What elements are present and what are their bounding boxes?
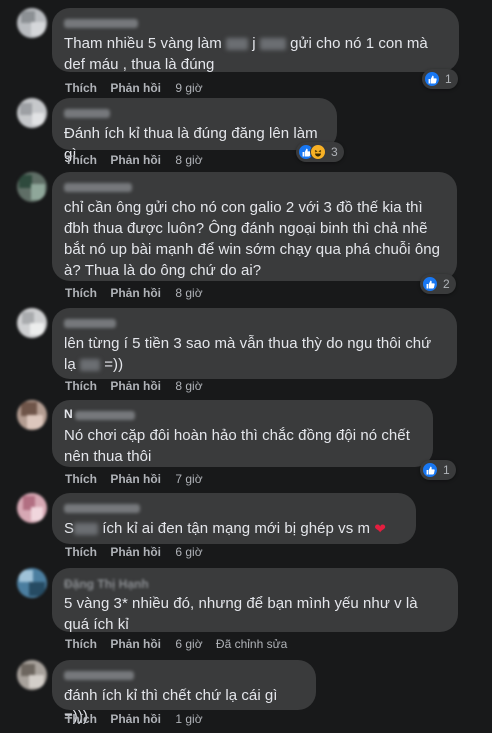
- avatar[interactable]: [17, 172, 47, 202]
- timestamp[interactable]: 8 giờ: [175, 153, 202, 167]
- reply-button[interactable]: Phản hồi: [110, 637, 161, 651]
- reaction-summary[interactable]: 2: [420, 274, 456, 294]
- like-icon: [422, 462, 438, 478]
- like-button[interactable]: Thích: [65, 545, 97, 559]
- comment-bubble: Đặng Thị Hạnh 5 vàng 3* nhiều đó, nhưng …: [52, 568, 458, 633]
- comment-author[interactable]: [64, 179, 445, 193]
- reaction-summary[interactable]: 1: [420, 460, 456, 480]
- comment-bubble: đánh ích kỉ thì chết chứ lạ cái gì =))): [52, 660, 316, 725]
- reaction-summary[interactable]: 1: [422, 69, 458, 89]
- avatar[interactable]: [17, 98, 47, 128]
- comment-bubble: N Nó chơi cặp đôi hoàn hảo thì chắc đồng…: [52, 400, 433, 467]
- comment-actions: Thích Phản hồi 8 giờ: [65, 379, 203, 393]
- comment-bubble: lên từng í 5 tiền 3 sao mà vẫn thua thỳ …: [52, 308, 457, 379]
- comment-text: Tham nhiều 5 vàng làm j gửi cho nó 1 con…: [64, 35, 433, 73]
- comment-actions: Thích Phản hồi 8 giờ: [65, 153, 203, 167]
- comment-actions: Thích Phản hồi 7 giờ: [65, 472, 203, 486]
- comment-actions: Thích Phản hồi 6 giờ Đã chỉnh sửa: [65, 637, 287, 651]
- avatar[interactable]: [17, 8, 47, 38]
- comment-text: lên từng í 5 tiền 3 sao mà vẫn thua thỳ …: [64, 335, 436, 373]
- reply-button[interactable]: Phản hồi: [110, 81, 161, 95]
- comment-text: chỉ cần ông gửi cho nó con galio 2 với 3…: [64, 199, 445, 279]
- comment-actions: Thích Phản hồi 1 giờ: [65, 712, 203, 726]
- avatar[interactable]: [17, 400, 47, 430]
- reply-button[interactable]: Phản hồi: [110, 379, 161, 393]
- like-button[interactable]: Thích: [65, 637, 97, 651]
- timestamp[interactable]: 7 giờ: [175, 472, 202, 486]
- comment-author[interactable]: [64, 315, 445, 329]
- avatar[interactable]: [17, 493, 47, 523]
- reply-button[interactable]: Phản hồi: [110, 712, 161, 726]
- like-button[interactable]: Thích: [65, 81, 97, 95]
- comment-author[interactable]: [64, 15, 447, 29]
- timestamp[interactable]: 1 giờ: [175, 712, 202, 726]
- avatar[interactable]: [17, 568, 47, 598]
- comment-actions: Thích Phản hồi 9 giờ: [65, 81, 203, 95]
- comment-bubble: S ích kỉ ai đen tận mạng mới bị ghép vs …: [52, 493, 416, 544]
- edited-label[interactable]: Đã chỉnh sửa: [216, 637, 287, 651]
- comment-author[interactable]: [64, 105, 325, 119]
- like-icon: [424, 71, 440, 87]
- timestamp[interactable]: 8 giờ: [175, 286, 202, 300]
- comment-author[interactable]: [64, 667, 304, 681]
- like-button[interactable]: Thích: [65, 712, 97, 726]
- heart-icon: ❤: [374, 520, 387, 537]
- haha-icon: [310, 144, 326, 160]
- like-button[interactable]: Thích: [65, 379, 97, 393]
- comment-text: S ích kỉ ai đen tận mạng mới bị ghép vs …: [64, 520, 387, 537]
- like-button[interactable]: Thích: [65, 286, 97, 300]
- comment-author[interactable]: [64, 500, 404, 514]
- comment-author[interactable]: N: [64, 407, 421, 421]
- avatar[interactable]: [17, 660, 47, 690]
- timestamp[interactable]: 6 giờ: [175, 545, 202, 559]
- comment-text: Nó chơi cặp đôi hoàn hảo thì chắc đồng đ…: [64, 427, 415, 465]
- comment-bubble: Đánh ích kỉ thua là đúng đăng lên làm gì: [52, 98, 337, 163]
- comment-text: 5 vàng 3* nhiều đó, nhưng để bạn mình yế…: [64, 595, 422, 633]
- reply-button[interactable]: Phản hồi: [110, 153, 161, 167]
- like-icon: [422, 276, 438, 292]
- comment-actions: Thích Phản hồi 6 giờ: [65, 545, 203, 559]
- timestamp[interactable]: 8 giờ: [175, 379, 202, 393]
- comment-bubble: Tham nhiều 5 vàng làm j gửi cho nó 1 con…: [52, 8, 459, 73]
- reply-button[interactable]: Phản hồi: [110, 472, 161, 486]
- timestamp[interactable]: 9 giờ: [175, 81, 202, 95]
- comment-bubble: chỉ cần ông gửi cho nó con galio 2 với 3…: [52, 172, 457, 281]
- reaction-summary[interactable]: 3: [296, 142, 344, 162]
- like-button[interactable]: Thích: [65, 153, 97, 167]
- comment-actions: Thích Phản hồi 8 giờ: [65, 286, 203, 300]
- timestamp[interactable]: 6 giờ: [175, 637, 202, 651]
- reply-button[interactable]: Phản hồi: [110, 545, 161, 559]
- comment-author[interactable]: Đặng Thị Hạnh: [64, 575, 446, 591]
- avatar[interactable]: [17, 308, 47, 338]
- like-button[interactable]: Thích: [65, 472, 97, 486]
- reply-button[interactable]: Phản hồi: [110, 286, 161, 300]
